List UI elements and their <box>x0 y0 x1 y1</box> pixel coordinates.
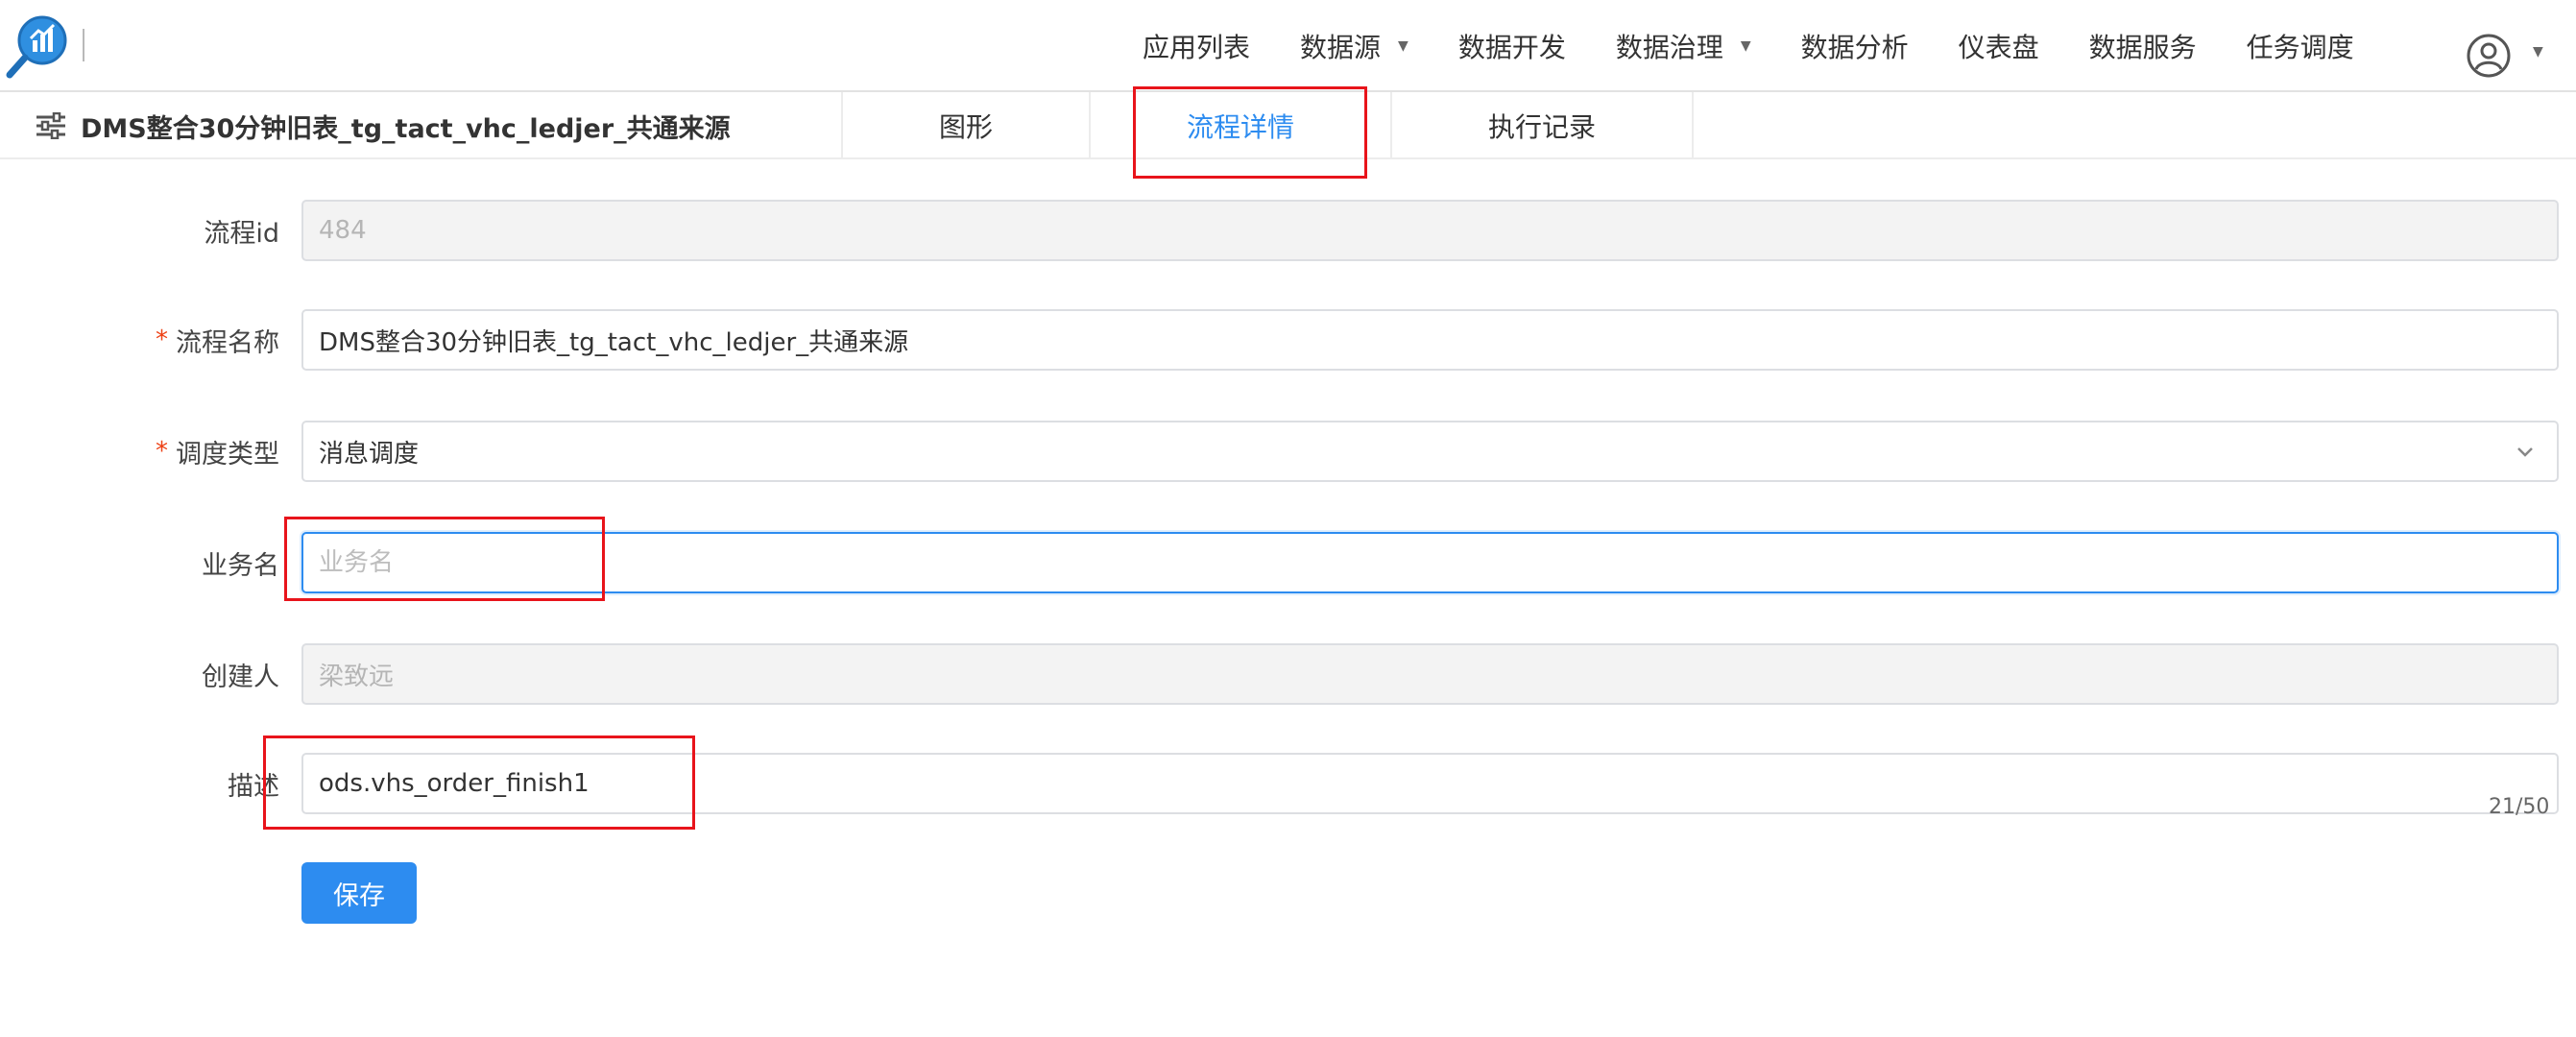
caret-down-icon: ▼ <box>1398 38 1408 54</box>
app-logo-icon[interactable] <box>4 10 73 79</box>
business-name-label: 业务名 <box>202 550 279 581</box>
form-row-business-name: 业务名 <box>0 530 2576 595</box>
form-row-flow-name: * 流程名称 <box>0 307 2576 373</box>
required-asterisk: * <box>156 437 168 466</box>
nav-item-task-scheduling[interactable]: 任务调度 <box>2247 27 2354 65</box>
flow-name-input[interactable] <box>301 309 2559 371</box>
nav-item-data-source[interactable]: 数据源 ▼ <box>1300 27 1408 65</box>
flow-name-label: * 流程名称 <box>156 326 279 358</box>
flow-id-input <box>301 200 2559 261</box>
form-row-creator: 创建人 <box>0 641 2576 707</box>
description-char-counter: 21/50 <box>2489 795 2550 819</box>
business-name-input[interactable] <box>301 532 2559 593</box>
nav-item-data-service[interactable]: 数据服务 <box>2089 27 2197 65</box>
form-row-schedule-type: * 调度类型 消息调度 <box>0 419 2576 484</box>
schedule-type-select[interactable]: 消息调度 <box>301 421 2559 482</box>
tab-flow-detail[interactable]: 流程详情 <box>1089 92 1390 159</box>
caret-down-icon: ▼ <box>1740 38 1751 54</box>
tab-execution-records[interactable]: 执行记录 <box>1390 92 1694 159</box>
settings-sliders-icon <box>36 112 65 139</box>
tab-graph[interactable]: 图形 <box>841 92 1089 159</box>
required-asterisk: * <box>156 326 168 354</box>
user-menu-caret-icon[interactable]: ▼ <box>2533 44 2543 60</box>
nav-item-app-list[interactable]: 应用列表 <box>1143 27 1250 65</box>
nav-item-data-governance[interactable]: 数据治理 ▼ <box>1616 27 1751 65</box>
schedule-type-value: 消息调度 <box>319 439 420 469</box>
description-label: 描述 <box>228 771 279 802</box>
flow-title: DMS整合30分钟旧表_tg_tact_vhc_ledjer_共通来源 <box>35 92 731 159</box>
form-row-flow-id: 流程id <box>0 198 2576 263</box>
flow-tab-bar: DMS整合30分钟旧表_tg_tact_vhc_ledjer_共通来源 图形 流… <box>0 92 2576 159</box>
form-row-description: 描述 21/50 <box>0 751 2576 819</box>
schedule-type-label: * 调度类型 <box>156 437 279 470</box>
flow-title-text: DMS整合30分钟旧表_tg_tact_vhc_ledjer_共通来源 <box>81 113 731 144</box>
user-circle-icon[interactable] <box>2466 33 2512 79</box>
flow-id-label: 流程id <box>204 218 279 249</box>
creator-input <box>301 643 2559 705</box>
top-navigation-bar: 应用列表 数据源 ▼ 数据开发 数据治理 ▼ 数据分析 仪表盘 数据服务 任务调度 … <box>0 0 2576 92</box>
creator-label: 创建人 <box>202 662 279 692</box>
nav-item-data-development[interactable]: 数据开发 <box>1458 27 1566 65</box>
description-input[interactable] <box>301 753 2559 814</box>
chevron-down-icon <box>2517 447 2533 457</box>
logo-divider <box>83 29 84 61</box>
nav-item-data-analysis[interactable]: 数据分析 <box>1801 27 1909 65</box>
save-button[interactable]: 保存 <box>301 862 417 924</box>
main-nav: 应用列表 数据源 ▼ 数据开发 数据治理 ▼ 数据分析 仪表盘 数据服务 任务调度 <box>1143 0 2404 92</box>
nav-item-dashboard[interactable]: 仪表盘 <box>1959 27 2039 65</box>
